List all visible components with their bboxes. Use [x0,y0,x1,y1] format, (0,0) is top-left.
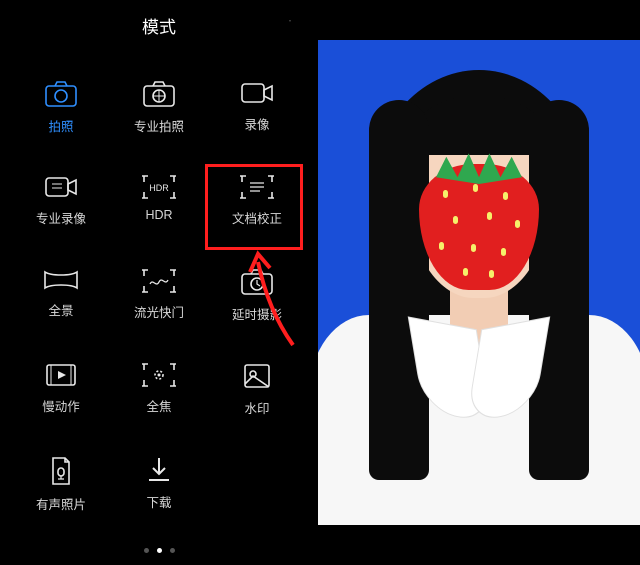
mode-doc-correct[interactable]: 文档校正 [208,174,306,246]
header: 模式 [0,0,318,50]
slowmo-icon [45,362,77,388]
mode-label: 全焦 [146,396,171,415]
mode-download[interactable]: 下载 [110,456,208,528]
light-painting-icon [140,268,178,294]
download-icon [146,456,172,484]
mode-label: 下载 [146,492,171,511]
mode-pro-photo[interactable]: 专业拍照 [110,80,208,152]
mode-label: 拍照 [48,116,73,135]
mode-audio-photo[interactable]: 有声照片 [12,456,110,528]
mode-light-paint[interactable]: 流光快门 [110,268,208,340]
camera-pro-icon [142,80,176,108]
mode-panorama[interactable]: 全景 [12,268,110,340]
modes-grid: 拍照 专业拍照 录像 专业录像 HDR HDR 文档校正 全景 流光快门 [0,50,318,534]
id-photo-preview [318,0,640,565]
info-icon[interactable] [276,11,304,39]
page-dot[interactable] [144,548,149,553]
hdr-icon: HDR [140,174,178,200]
mode-label: 文档校正 [232,208,282,227]
watermark-icon [242,362,272,390]
audio-photo-icon [47,456,75,486]
mode-all-focus[interactable]: 全焦 [110,362,208,434]
mode-photo[interactable]: 拍照 [12,80,110,152]
portrait-image [318,40,640,525]
video-pro-icon [44,174,78,200]
mode-label: 录像 [244,114,269,133]
mode-label: HDR [145,208,172,222]
mode-label: 专业录像 [36,208,86,227]
mode-label: 专业拍照 [134,116,184,135]
mode-label: 水印 [244,398,269,417]
page-title: 模式 [142,13,176,38]
document-scan-icon [238,174,276,200]
camera-modes-screen: 模式 拍照 专业拍照 录像 专业录像 HDR HDR 文档校正 [0,0,318,565]
page-dot[interactable] [157,548,162,553]
panorama-icon [43,268,79,292]
edit-icon[interactable] [14,11,42,39]
page-indicator [0,548,318,553]
mode-label: 流光快门 [134,302,184,321]
mode-timelapse[interactable]: 延时摄影 [208,268,306,340]
mode-pro-video[interactable]: 专业录像 [12,174,110,246]
mode-label: 延时摄影 [232,304,282,323]
svg-text:HDR: HDR [149,183,169,193]
focus-icon [140,362,178,388]
mode-label: 全景 [48,300,73,319]
camera-icon [44,80,78,108]
mode-hdr[interactable]: HDR HDR [110,174,208,246]
timelapse-icon [240,268,274,296]
mode-label: 有声照片 [36,494,86,513]
mode-label: 慢动作 [42,396,80,415]
mode-slowmo[interactable]: 慢动作 [12,362,110,434]
strawberry-sticker-icon [419,150,539,290]
mode-video[interactable]: 录像 [208,80,306,152]
mode-watermark[interactable]: 水印 [208,362,306,434]
video-icon [240,80,274,106]
page-dot[interactable] [170,548,175,553]
